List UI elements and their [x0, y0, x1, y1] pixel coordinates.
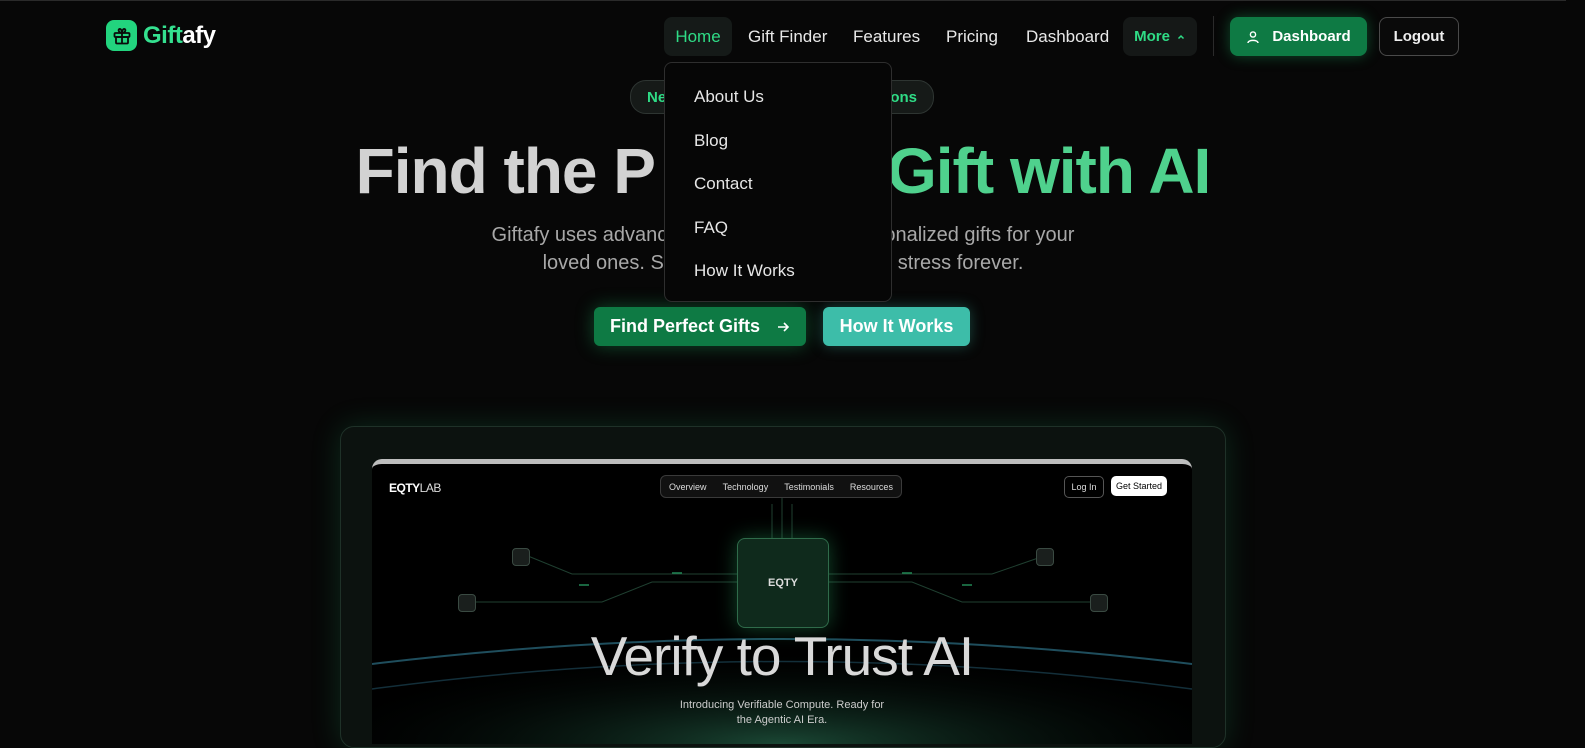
- nav-more-label: More: [1134, 28, 1170, 45]
- circuit-node: [1090, 594, 1108, 612]
- chevron-up-icon: [1177, 34, 1184, 39]
- dashboard-button-label: Dashboard: [1272, 28, 1351, 45]
- preview-nav-testimonials: Testimonials: [784, 481, 834, 492]
- nav-more-button[interactable]: More: [1123, 17, 1197, 56]
- dashboard-button[interactable]: Dashboard: [1230, 17, 1367, 56]
- circuit-node: [458, 594, 476, 612]
- user-icon: [1247, 30, 1260, 43]
- brand-logo[interactable]: Giftafy: [106, 20, 216, 51]
- circuit-node: [1036, 548, 1054, 566]
- preview-caption: Introducing Verifiable Compute. Ready fo…: [372, 698, 1192, 728]
- chip-icon: EQTY: [737, 538, 829, 628]
- subtitle-line2-right: stress forever.: [897, 252, 1024, 274]
- brand-name: Giftafy: [143, 21, 216, 49]
- nav-divider: [1213, 16, 1214, 56]
- gift-icon: [106, 20, 137, 51]
- hero-title-left: Find the P: [355, 135, 656, 207]
- preview-login-button: Log In: [1064, 476, 1104, 498]
- subtitle-line1-left: Giftafy uses advance: [491, 224, 679, 246]
- nav-home[interactable]: Home: [664, 17, 732, 56]
- more-dropdown-menu: About Us Blog Contact FAQ How It Works: [664, 62, 892, 302]
- preview-nav: Overview Technology Testimonials Resourc…: [660, 475, 902, 498]
- find-perfect-gifts-button[interactable]: Find Perfect Gifts: [594, 307, 806, 346]
- menu-item-contact[interactable]: Contact: [694, 174, 753, 194]
- preview-nav-overview: Overview: [669, 481, 707, 492]
- chip-label: EQTY: [768, 577, 798, 589]
- menu-item-faq[interactable]: FAQ: [694, 218, 728, 238]
- nav-features[interactable]: Features: [853, 27, 920, 47]
- preview-caption-line1: Introducing Verifiable Compute. Ready fo…: [679, 699, 885, 711]
- menu-item-blog[interactable]: Blog: [694, 131, 728, 151]
- nav-pricing[interactable]: Pricing: [946, 27, 998, 47]
- nav-gift-finder[interactable]: Gift Finder: [748, 27, 827, 47]
- preview-logo: EQTYLAB: [389, 481, 441, 495]
- subtitle-line1-right: onalized gifts for your: [884, 224, 1075, 246]
- hero-title-right: Gift with AI: [886, 135, 1211, 207]
- preview-title: Verify to Trust AI: [590, 625, 974, 687]
- circuit-node: [512, 548, 530, 566]
- arrow-right-icon: [778, 321, 790, 332]
- logout-button[interactable]: Logout: [1379, 17, 1459, 56]
- how-it-works-button[interactable]: How It Works: [823, 307, 970, 346]
- preview-caption-line2: the Agentic AI Era.: [736, 714, 828, 726]
- find-gifts-label: Find Perfect Gifts: [609, 316, 761, 336]
- menu-item-about-us[interactable]: About Us: [694, 87, 764, 107]
- preview-get-started-button: Get Started: [1111, 476, 1167, 496]
- preview-nav-technology: Technology: [722, 481, 769, 492]
- menu-item-how-it-works[interactable]: How It Works: [694, 261, 795, 281]
- subtitle-line2-left: loved ones. S: [542, 252, 664, 274]
- window-top-border: [0, 0, 1566, 1]
- preview-nav-resources: Resources: [849, 481, 893, 492]
- nav-dashboard[interactable]: Dashboard: [1026, 27, 1109, 47]
- preview-screenshot: EQTYLAB Overview Technology Testimonials…: [372, 459, 1192, 744]
